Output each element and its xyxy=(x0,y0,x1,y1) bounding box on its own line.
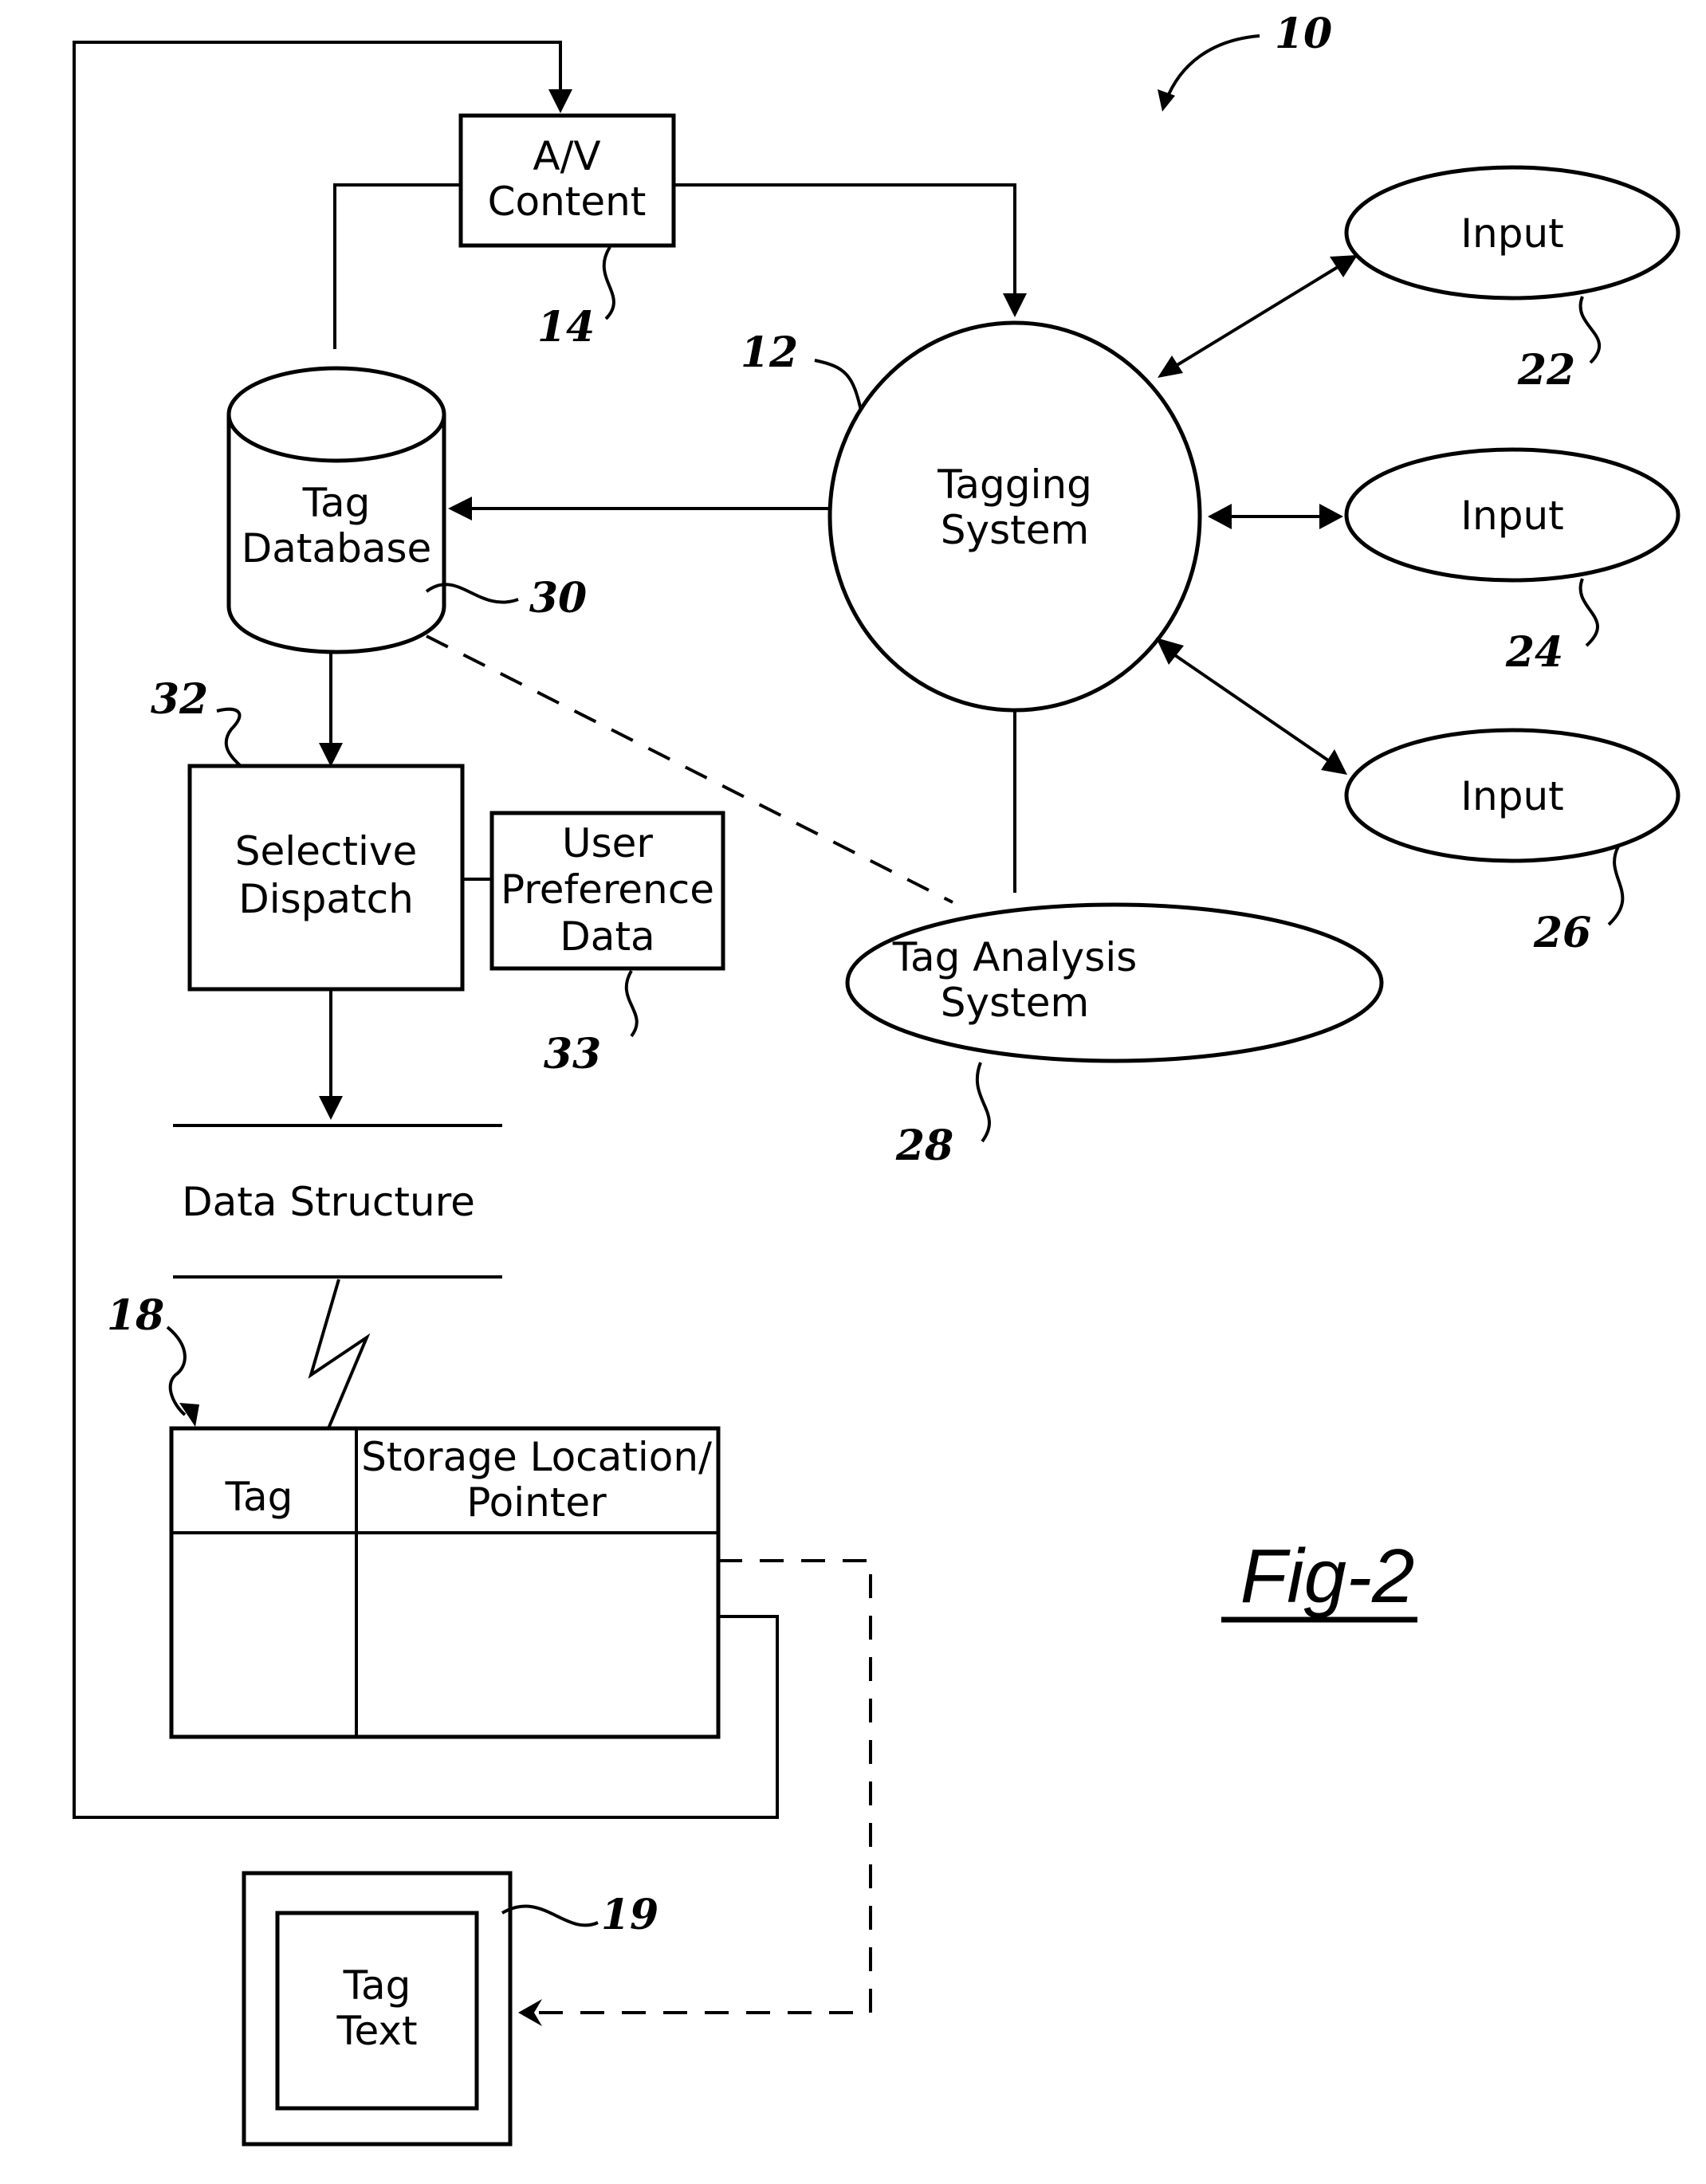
user-preference-label-line3: Data xyxy=(560,913,654,960)
arrowhead-to-dispatch xyxy=(319,743,343,767)
av-content-label-line2: Content xyxy=(488,179,647,225)
ref-22: 22 xyxy=(1517,346,1575,395)
tagging-input-22-link xyxy=(1170,263,1343,370)
ref-14: 14 xyxy=(537,303,595,352)
arrowhead-input-22-a xyxy=(1158,355,1183,378)
ref-30: 30 xyxy=(529,574,587,623)
selective-dispatch-label-line1: Selective xyxy=(235,828,418,874)
tag-analysis-label-line1: Tag Analysis xyxy=(892,934,1138,980)
input-24-label: Input xyxy=(1460,493,1563,539)
leader-10 xyxy=(1164,34,1260,103)
leader-22 xyxy=(1578,296,1602,364)
arrowhead-to-database xyxy=(448,497,472,520)
input-22-label: Input xyxy=(1460,210,1563,257)
leader-33 xyxy=(624,969,639,1038)
ref-12: 12 xyxy=(741,328,798,377)
tagging-input-26-link xyxy=(1169,650,1335,765)
tag-analysis-label-line2: System xyxy=(941,980,1089,1026)
arrowhead-10 xyxy=(1158,89,1175,112)
arrowhead-to-tagging xyxy=(1003,293,1027,317)
av-to-tagging-line xyxy=(674,183,1016,301)
ref-32: 32 xyxy=(151,675,208,724)
leader-14 xyxy=(602,246,615,320)
av-to-database-line xyxy=(333,183,461,349)
arrowhead-to-tag-text xyxy=(518,1999,542,2026)
arrowhead-input-24-b xyxy=(1319,504,1343,529)
leader-18 xyxy=(166,1326,187,1416)
patent-diagram: 10 A/V Content 14 Tagging System 12 Inpu… xyxy=(73,10,1680,2147)
tag-database-label-line2: Database xyxy=(242,525,432,572)
tag-analysis-ellipse[interactable] xyxy=(845,902,1384,1063)
data-structure-label: Data Structure xyxy=(182,1179,475,1225)
leader-24 xyxy=(1578,578,1599,647)
lightning-link xyxy=(308,1279,371,1429)
tagging-system-label-line2: System xyxy=(941,507,1089,553)
leader-19 xyxy=(501,1904,599,1927)
user-preference-label-line1: User xyxy=(562,820,653,866)
leader-26 xyxy=(1607,846,1625,926)
arrowhead-input-22-b xyxy=(1330,255,1358,277)
leader-32 xyxy=(216,707,242,768)
av-content-label-line1: A/V xyxy=(533,133,600,179)
tagging-system-label-line1: Tagging xyxy=(937,462,1092,508)
tag-table-header-storage-line2: Pointer xyxy=(466,1479,607,1526)
ref-33: 33 xyxy=(544,1030,601,1078)
arrowhead-to-data-structure xyxy=(319,1096,343,1120)
tag-table-header-tag: Tag xyxy=(225,1474,293,1520)
tag-database-label-line1: Tag xyxy=(302,480,371,526)
tag-text-label-line2: Text xyxy=(336,2008,417,2054)
selective-dispatch-label-line2: Dispatch xyxy=(238,876,414,922)
figure-label: Fig-2 xyxy=(1240,1534,1415,1619)
input-26-label: Input xyxy=(1460,773,1563,819)
ref-18: 18 xyxy=(107,1291,164,1340)
ref-24: 24 xyxy=(1505,628,1563,677)
tag-text-label-line1: Tag xyxy=(343,1962,411,2009)
arrowhead-to-av-content xyxy=(548,89,572,113)
ref-19: 19 xyxy=(601,1891,658,1939)
arrowhead-18 xyxy=(179,1403,199,1427)
arrowhead-input-24-a xyxy=(1208,504,1232,529)
ref-28: 28 xyxy=(895,1121,953,1170)
ref-10: 10 xyxy=(1275,10,1332,58)
ref-26: 26 xyxy=(1533,909,1591,957)
tag-table-header-storage-line1: Storage Location/ xyxy=(361,1434,712,1480)
tag-database-top xyxy=(226,366,446,463)
arrowhead-input-26-a xyxy=(1156,638,1184,665)
leader-28 xyxy=(975,1062,991,1143)
user-preference-label-line2: Preference xyxy=(501,866,714,913)
arrowhead-input-26-b xyxy=(1321,749,1347,775)
leader-12 xyxy=(814,359,863,411)
